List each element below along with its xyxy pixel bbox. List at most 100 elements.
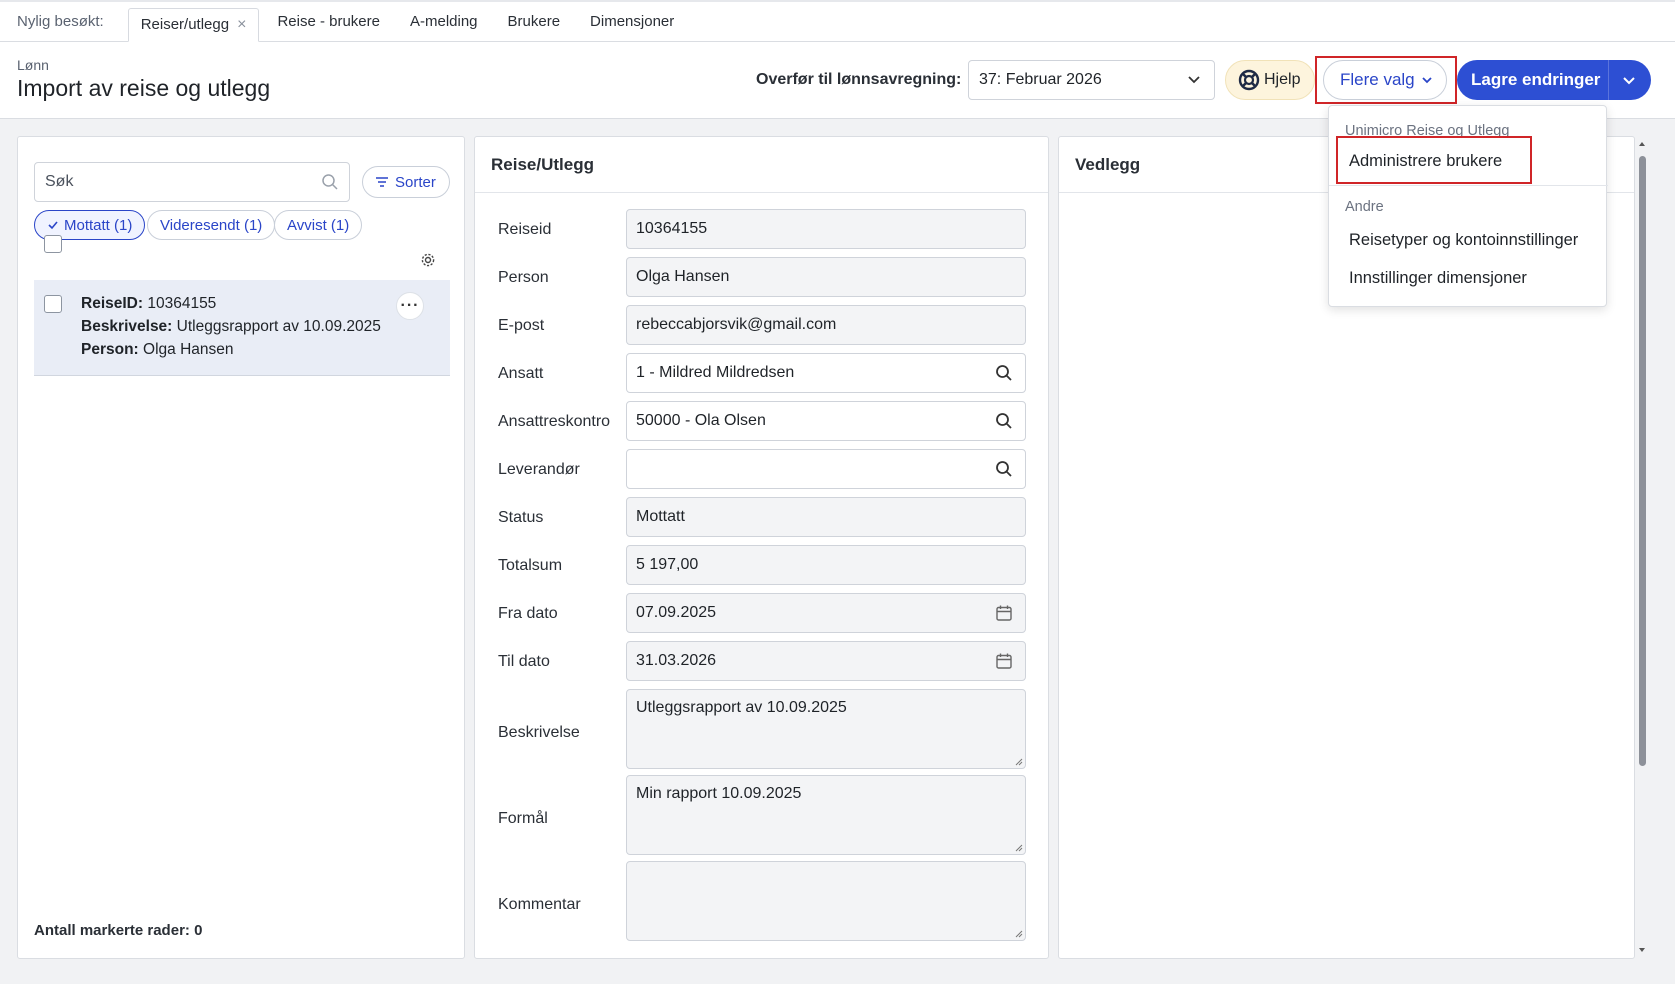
item-id-value: 10364155 (147, 295, 217, 312)
save-label: Lagre endringer (1471, 70, 1601, 89)
totalsum-field[interactable]: 5 197,00 (626, 545, 1026, 585)
field-label: Ansatt (498, 365, 544, 382)
item-description: Beskrivelse: Utleggsrapport av 10.09.202… (81, 318, 381, 336)
highlight-outline (1336, 136, 1532, 184)
reiseid-field[interactable]: 10364155 (626, 209, 1026, 249)
field-label: Leverandør (498, 461, 580, 478)
formal-textarea[interactable]: Min rapport 10.09.2025 (626, 775, 1026, 855)
tab-label: Reise - brukere (277, 13, 380, 30)
breadcrumb[interactable]: Lønn (17, 57, 49, 73)
field-label: Til dato (498, 653, 550, 670)
resize-handle-icon[interactable] (1015, 758, 1023, 766)
leverandor-field[interactable] (626, 449, 1026, 489)
tab-reiser-utlegg[interactable]: Reiser/utlegg × (127, 7, 260, 42)
select-all-checkbox[interactable] (44, 235, 62, 253)
close-icon[interactable]: × (237, 16, 246, 34)
page-title: Import av reise og utlegg (17, 75, 271, 101)
filter-chip-videresendt[interactable]: Videresendt (1) (147, 210, 276, 240)
field-value: Min rapport 10.09.2025 (636, 785, 802, 802)
field-label: Fra dato (498, 605, 558, 622)
field-value: 50000 - Ola Olsen (636, 412, 766, 429)
item-person-value: Olga Hansen (143, 341, 234, 358)
period-value: 37: Februar 2026 (979, 71, 1102, 88)
split-divider (1608, 60, 1609, 100)
chip-label: Videresendt (1) (160, 216, 263, 234)
chevron-down-icon[interactable] (1621, 72, 1637, 88)
tab-dimensjoner[interactable]: Dimensjoner (578, 6, 686, 38)
transfer-label: Overfør til lønnsavregning: (756, 71, 962, 88)
field-value: 1 - Mildred Mildredsen (636, 364, 795, 381)
row-checkbox[interactable] (44, 295, 62, 313)
tab-label: Reiser/utlegg (140, 16, 230, 33)
field-value: rebeccabjorsvik@gmail.com (636, 316, 837, 333)
search-input[interactable]: Søk (34, 162, 350, 202)
field-label: Beskrivelse (498, 724, 580, 741)
item-desc-value: Utleggsrapport av 10.09.2025 (176, 318, 381, 335)
menu-item-reisetyper[interactable]: Reisetyper og kontoinnstillinger (1349, 231, 1578, 250)
help-button[interactable]: Hjelp (1225, 60, 1315, 100)
field-value: Mottatt (636, 508, 685, 525)
tab-reise-brukere[interactable]: Reise - brukere (265, 6, 392, 38)
search-placeholder: Søk (45, 173, 74, 190)
field-label: Formål (498, 810, 548, 827)
tab-a-melding[interactable]: A-melding (398, 6, 490, 38)
item-person-label: Person: (81, 341, 139, 358)
check-icon (48, 221, 58, 230)
row-menu-button[interactable]: ··· (396, 292, 424, 320)
item-id: ReiseID: 10364155 (81, 295, 216, 313)
field-label: E-post (498, 317, 545, 334)
selected-count: Antall markerte rader: 0 (34, 922, 203, 939)
status-field[interactable]: Mottatt (626, 497, 1026, 537)
resize-handle-icon[interactable] (1015, 844, 1023, 852)
email-field[interactable]: rebeccabjorsvik@gmail.com (626, 305, 1026, 345)
tab-brukere[interactable]: Brukere (496, 6, 573, 38)
ansattreskontro-field[interactable]: 50000 - Ola Olsen (626, 401, 1026, 441)
tab-label: Brukere (507, 13, 561, 30)
til-dato-field[interactable]: 31.03.2026 (626, 641, 1026, 681)
list-item[interactable]: ReiseID: 10364155 Beskrivelse: Utleggsra… (34, 280, 450, 376)
scrollbar-thumb[interactable] (1639, 156, 1646, 766)
list-panel: Søk Sorter Mottatt (1) Videresendt (1) A… (17, 136, 465, 959)
person-field[interactable]: Olga Hansen (626, 257, 1026, 297)
gear-icon[interactable] (420, 252, 436, 268)
filter-chip-avvist[interactable]: Avvist (1) (274, 210, 363, 240)
search-icon[interactable] (995, 412, 1013, 430)
ansatt-field[interactable]: 1 - Mildred Mildredsen (626, 353, 1026, 393)
scroll-up-icon[interactable] (1638, 140, 1646, 148)
sort-button[interactable]: Sorter (362, 166, 450, 198)
period-select[interactable]: 37: Februar 2026 (968, 60, 1215, 100)
help-label: Hjelp (1264, 71, 1301, 88)
filter-lines-icon (376, 177, 388, 187)
field-value: Utleggsrapport av 10.09.2025 (636, 699, 847, 716)
chevron-down-icon (1188, 76, 1200, 84)
search-icon[interactable] (995, 460, 1013, 478)
search-icon (322, 174, 338, 190)
search-icon[interactable] (995, 364, 1013, 382)
item-person: Person: Olga Hansen (81, 341, 234, 359)
field-label: Kommentar (498, 896, 581, 913)
menu-group-label: Andre (1345, 199, 1384, 215)
tab-label: A-melding (409, 13, 478, 30)
resize-handle-icon[interactable] (1015, 930, 1023, 938)
details-title: Reise/Utlegg (475, 137, 1048, 193)
beskrivelse-textarea[interactable]: Utleggsrapport av 10.09.2025 (626, 689, 1026, 769)
field-label: Reiseid (498, 221, 552, 238)
kommentar-textarea[interactable] (626, 861, 1026, 941)
details-panel: Reise/Utlegg Reiseid 10364155 Person Olg… (474, 136, 1049, 959)
field-value: 07.09.2025 (636, 604, 717, 621)
calendar-icon[interactable] (995, 652, 1013, 670)
calendar-icon[interactable] (995, 604, 1013, 622)
field-label: Person (498, 269, 549, 286)
recent-tabs-bar: Nylig besøkt: Reiser/utlegg × Reise - br… (0, 0, 1675, 42)
field-value: 31.03.2026 (636, 652, 717, 669)
scroll-down-icon[interactable] (1638, 946, 1646, 954)
chip-label: Avvist (1) (287, 216, 350, 234)
lifebuoy-icon (1238, 69, 1260, 91)
save-changes-button[interactable]: Lagre endringer (1457, 60, 1651, 100)
menu-item-innstillinger-dimensjoner[interactable]: Innstillinger dimensjoner (1349, 269, 1527, 288)
field-label: Totalsum (498, 557, 563, 574)
highlight-outline (1315, 56, 1457, 104)
field-value: 10364155 (636, 220, 708, 237)
fra-dato-field[interactable]: 07.09.2025 (626, 593, 1026, 633)
tab-label: Dimensjoner (590, 13, 675, 30)
